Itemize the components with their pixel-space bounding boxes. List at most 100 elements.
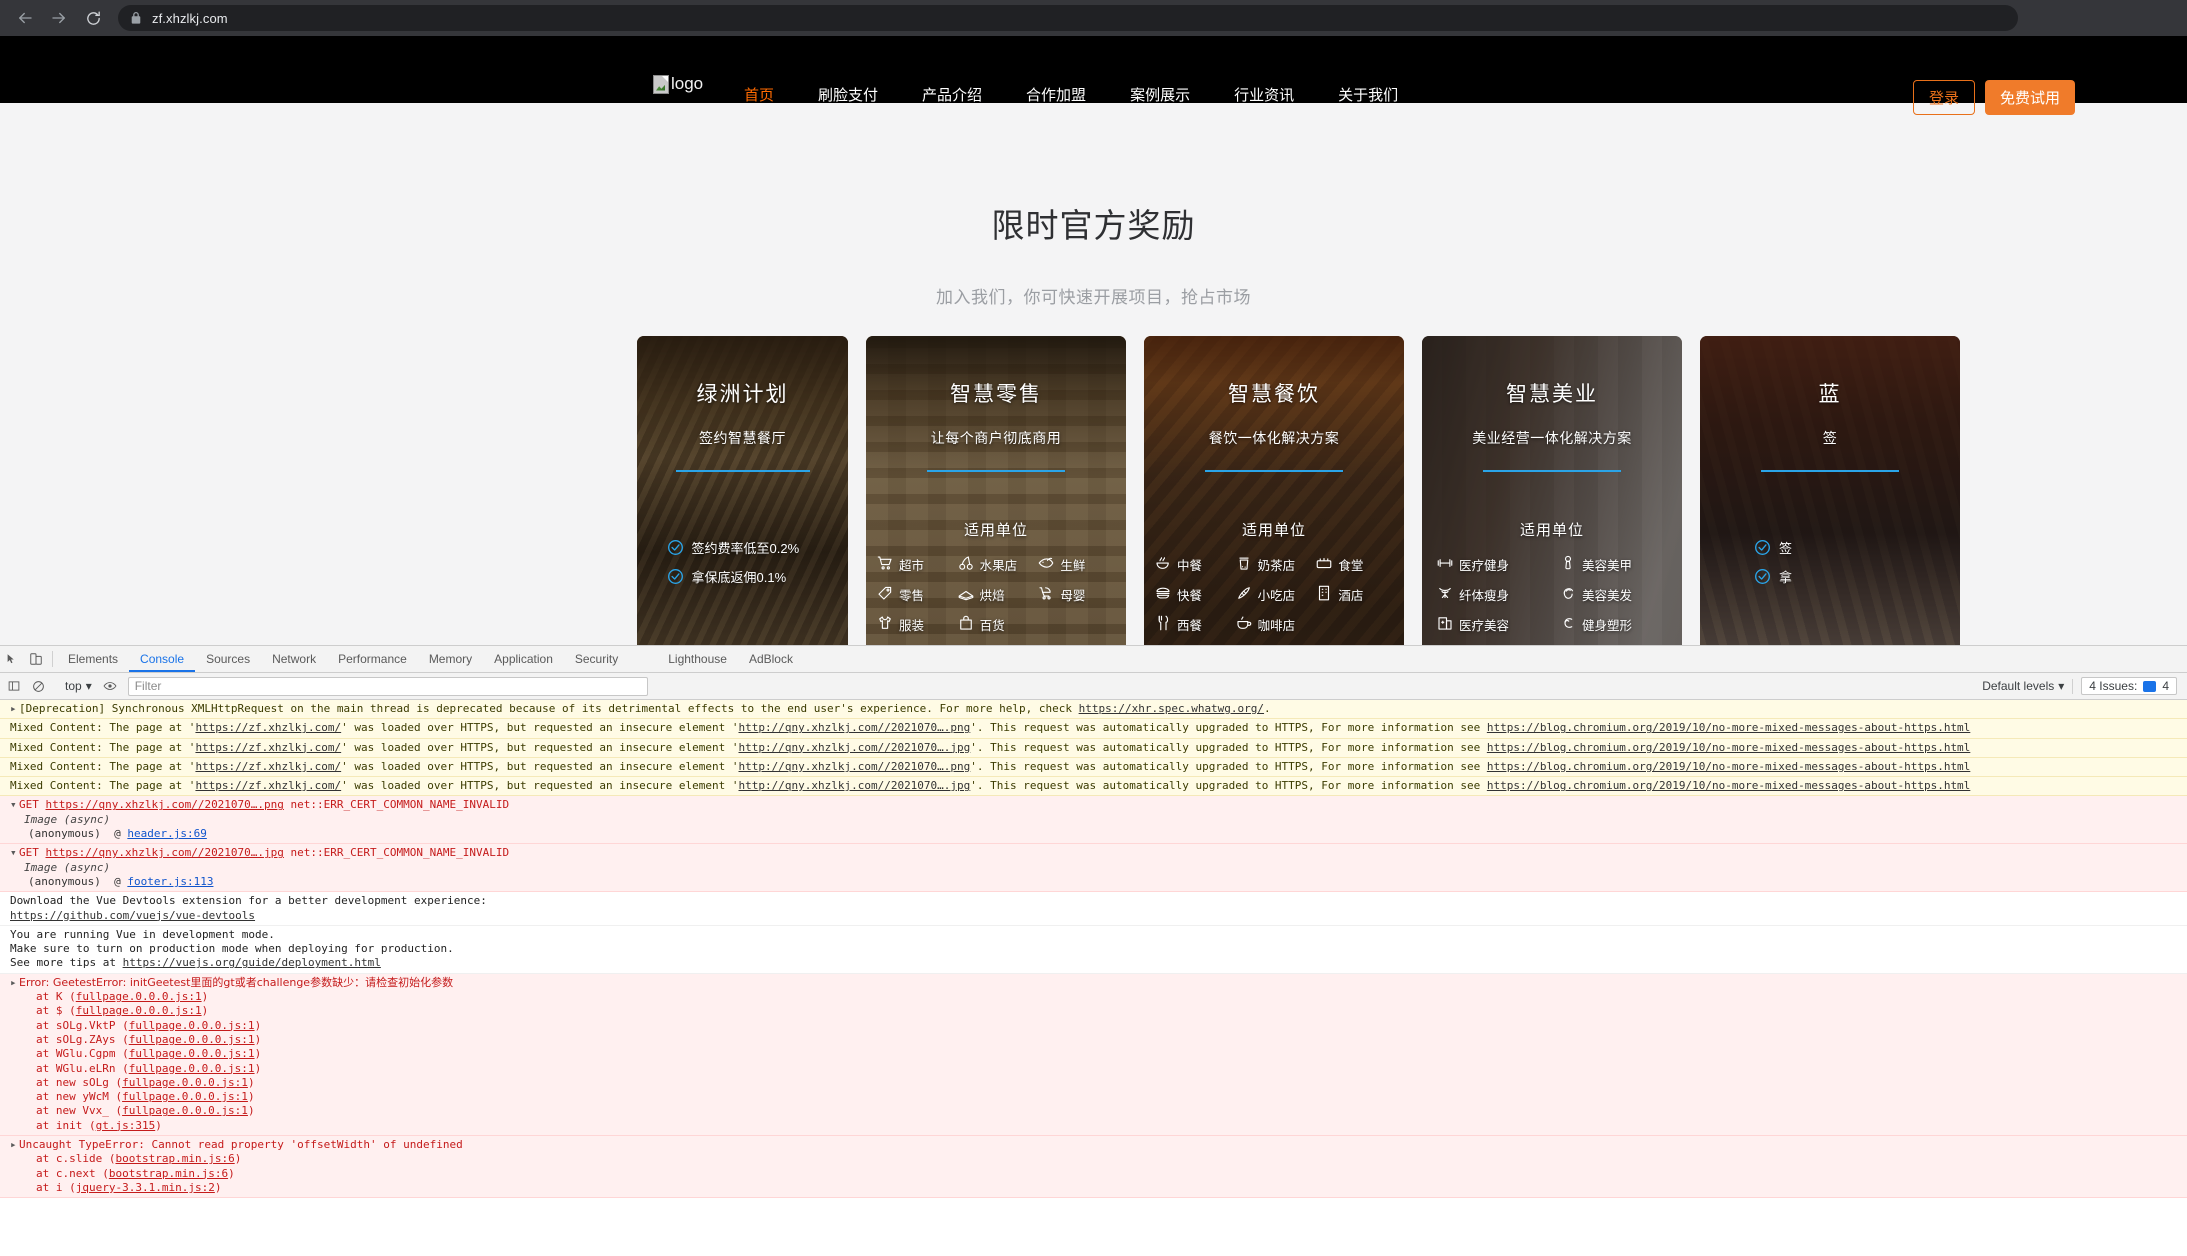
vue-devtools-link[interactable]: https://github.com/vuejs/vue-devtools	[10, 909, 255, 922]
benefit-item: 签约费率低至0.2%	[667, 538, 819, 557]
page-url-link[interactable]: https://zf.xhzlkj.com/	[195, 779, 341, 792]
resource-url-link[interactable]: https://qny.xhzlkj.com//2021070….jpg	[46, 846, 284, 859]
solution-card-smart-retail[interactable]: 智慧零售 让每个商户彻底商用 适用单位 超市 水果店 生鲜 零售 烘焙 母婴 服…	[866, 336, 1126, 645]
info-link[interactable]: https://blog.chromium.org/2019/10/no-mor…	[1487, 721, 1970, 734]
message-link[interactable]: https://xhr.spec.whatwg.org/	[1079, 702, 1264, 715]
console-message-vue-mode[interactable]: You are running Vue in development mode.…	[0, 925, 2187, 974]
page-url-link[interactable]: https://zf.xhzlkj.com/	[195, 760, 341, 773]
message-text: '. This request was automatically upgrad…	[970, 759, 1487, 773]
console-message-geetest-error[interactable]: ▸ Error: GeetestError: initGeetest里面的gt或者…	[0, 973, 2187, 1137]
resource-url-link[interactable]: http://qny.xhzlkj.com//2021070….png	[739, 760, 971, 773]
tab-sources[interactable]: Sources	[195, 646, 261, 672]
login-button[interactable]: 登录	[1912, 80, 1975, 115]
stack-source-link[interactable]: fullpage.0.0.0.js:1	[122, 1090, 248, 1103]
stack-source-link[interactable]: bootstrap.min.js:6	[109, 1167, 228, 1180]
expand-arrow-icon[interactable]: ▾	[10, 798, 19, 812]
solution-cards-carousel[interactable]: 绿洲计划 签约智慧餐厅 签约费率低至0.2% 拿保底返佣0.1% 智慧零售 让每…	[0, 336, 2187, 645]
expand-arrow-icon[interactable]: ▸	[10, 702, 19, 716]
console-message-net-error[interactable]: ▾ GET https://qny.xhzlkj.com//2021070….pn…	[0, 796, 2187, 845]
tab-memory[interactable]: Memory	[418, 646, 483, 672]
solution-card-oasis-plan[interactable]: 绿洲计划 签约智慧餐厅 签约费率低至0.2% 拿保底返佣0.1%	[637, 336, 848, 645]
forward-arrow-icon[interactable]	[42, 1, 76, 35]
unit-label: 中餐	[1177, 559, 1203, 573]
resource-url-link[interactable]: http://qny.xhzlkj.com//2021070….jpg	[739, 741, 971, 754]
console-message-mixed-content[interactable]: Mixed Content: The page at 'https://zf.x…	[0, 738, 2187, 758]
resource-url-link[interactable]: https://qny.xhzlkj.com//2021070….png	[46, 798, 284, 811]
tab-application[interactable]: Application	[483, 646, 564, 672]
console-sidebar-icon[interactable]	[2, 680, 26, 692]
nav-item-products[interactable]: 产品介绍	[900, 84, 1004, 105]
console-message-vue-devtools[interactable]: Download the Vue Devtools extension for …	[0, 892, 2187, 926]
vue-deployment-link[interactable]: https://vuejs.org/guide/deployment.html	[123, 956, 381, 969]
nav-item-cases[interactable]: 案例展示	[1108, 84, 1212, 105]
nav-item-face-payment[interactable]: 刷脸支付	[796, 84, 900, 105]
console-filter-input[interactable]: Filter	[127, 676, 648, 696]
console-message-type-error[interactable]: ▸ Uncaught TypeError: Cannot read propert…	[0, 1136, 2187, 1199]
stack-source-link[interactable]: header.js:69	[127, 827, 206, 840]
stack-source-link[interactable]: jquery-3.3.1.min.js:2	[76, 1181, 215, 1194]
back-arrow-icon[interactable]	[8, 1, 42, 35]
stack-source-link[interactable]: gt.js:315	[96, 1119, 156, 1132]
stack-source-link[interactable]: bootstrap.min.js:6	[115, 1152, 234, 1165]
card-title: 智慧零售	[950, 383, 1042, 406]
logo-alt-text: logo	[671, 74, 704, 93]
nav-item-about[interactable]: 关于我们	[1316, 84, 1420, 105]
tab-security[interactable]: Security	[564, 646, 629, 672]
clear-console-icon[interactable]	[26, 680, 50, 693]
message-text: '. This request was automatically upgrad…	[970, 721, 1487, 735]
stack-source-link[interactable]: fullpage.0.0.0.js:1	[122, 1104, 248, 1117]
address-bar[interactable]: zf.xhzlkj.com	[118, 5, 2018, 31]
stack-source-link[interactable]: fullpage.0.0.0.js:1	[129, 1047, 255, 1060]
applicable-units-grid: 超市 水果店 生鲜 零售 烘焙 母婴 服装 百货	[866, 554, 1126, 635]
free-trial-button[interactable]: 免费试用	[1984, 80, 2075, 115]
nav-item-news[interactable]: 行业资讯	[1212, 84, 1316, 105]
stack-source-link[interactable]: fullpage.0.0.0.js:1	[129, 1019, 255, 1032]
page-url-link[interactable]: https://zf.xhzlkj.com/	[195, 741, 341, 754]
stack-source-link[interactable]: fullpage.0.0.0.js:1	[129, 1062, 255, 1075]
info-link[interactable]: https://blog.chromium.org/2019/10/no-mor…	[1487, 760, 1970, 773]
resource-url-link[interactable]: http://qny.xhzlkj.com//2021070….png	[739, 721, 971, 734]
resource-url-link[interactable]: http://qny.xhzlkj.com//2021070….jpg	[739, 779, 971, 792]
nav-item-partnership[interactable]: 合作加盟	[1004, 84, 1108, 105]
expand-arrow-icon[interactable]: ▸	[10, 1138, 19, 1152]
info-link[interactable]: https://blog.chromium.org/2019/10/no-mor…	[1487, 741, 1970, 754]
solution-card-smart-dining[interactable]: 智慧餐饮 餐饮一体化解决方案 适用单位 中餐 奶茶店 食堂 快餐 小吃店 酒店 …	[1144, 336, 1404, 645]
info-link[interactable]: https://blog.chromium.org/2019/10/no-mor…	[1487, 779, 1970, 792]
nav-item-home[interactable]: 首页	[722, 84, 796, 105]
stack-source-link[interactable]: fullpage.0.0.0.js:1	[76, 1004, 202, 1017]
solution-card-smart-beauty[interactable]: 智慧美业 美业经营一体化解决方案 适用单位 医疗健身 美容美甲 纤体瘦身 美容美…	[1422, 336, 1682, 645]
page-url-link[interactable]: https://zf.xhzlkj.com/	[195, 721, 341, 734]
message-text: '. This request was automatically upgrad…	[970, 779, 1487, 793]
reload-icon[interactable]	[76, 1, 110, 35]
console-message-mixed-content[interactable]: Mixed Content: The page at 'https://zf.x…	[0, 777, 2187, 797]
console-message-deprecation[interactable]: ▸ [Deprecation] Synchronous XMLHttpReques…	[0, 700, 2187, 720]
console-message-net-error[interactable]: ▾ GET https://qny.xhzlkj.com//2021070….jp…	[0, 844, 2187, 893]
console-message-list[interactable]: ▸ [Deprecation] Synchronous XMLHttpReques…	[0, 700, 2187, 1256]
tab-lighthouse[interactable]: Lighthouse	[657, 646, 738, 672]
console-message-mixed-content[interactable]: Mixed Content: The page at 'https://zf.x…	[0, 757, 2187, 778]
hotel-building-icon	[1315, 584, 1333, 605]
stack-source-link[interactable]: fullpage.0.0.0.js:1	[76, 990, 202, 1003]
stack-source-link[interactable]: fullpage.0.0.0.js:1	[129, 1033, 255, 1046]
console-message-mixed-content[interactable]: Mixed Content: The page at 'https://zf.x…	[0, 719, 2187, 739]
inspect-element-icon[interactable]	[0, 646, 24, 672]
tab-network[interactable]: Network	[261, 646, 327, 672]
device-toolbar-icon[interactable]	[24, 646, 48, 672]
execution-context-selector[interactable]: top ▾	[59, 679, 98, 693]
unit-label: 酒店	[1338, 589, 1364, 603]
tab-adblock[interactable]: AdBlock	[738, 646, 804, 672]
tab-console[interactable]: Console	[129, 646, 195, 672]
canteen-icon	[1315, 554, 1333, 575]
unit-item: 烘焙	[957, 584, 1036, 605]
site-logo[interactable]: logo	[653, 74, 703, 94]
tab-elements[interactable]: Elements	[57, 646, 129, 672]
stack-source-link[interactable]: fullpage.0.0.0.js:1	[122, 1076, 248, 1089]
expand-arrow-icon[interactable]: ▾	[10, 846, 19, 860]
issues-button[interactable]: 4 Issues: 4	[2081, 677, 2177, 695]
live-expression-icon[interactable]	[98, 679, 122, 693]
tab-performance[interactable]: Performance	[327, 646, 418, 672]
expand-arrow-icon[interactable]: ▸	[10, 976, 19, 990]
log-levels-selector[interactable]: Default levels ▾	[1974, 679, 2072, 693]
stack-source-link[interactable]: footer.js:113	[127, 875, 213, 888]
solution-card-blue-plan[interactable]: 蓝 签 签 拿	[1700, 336, 1960, 645]
